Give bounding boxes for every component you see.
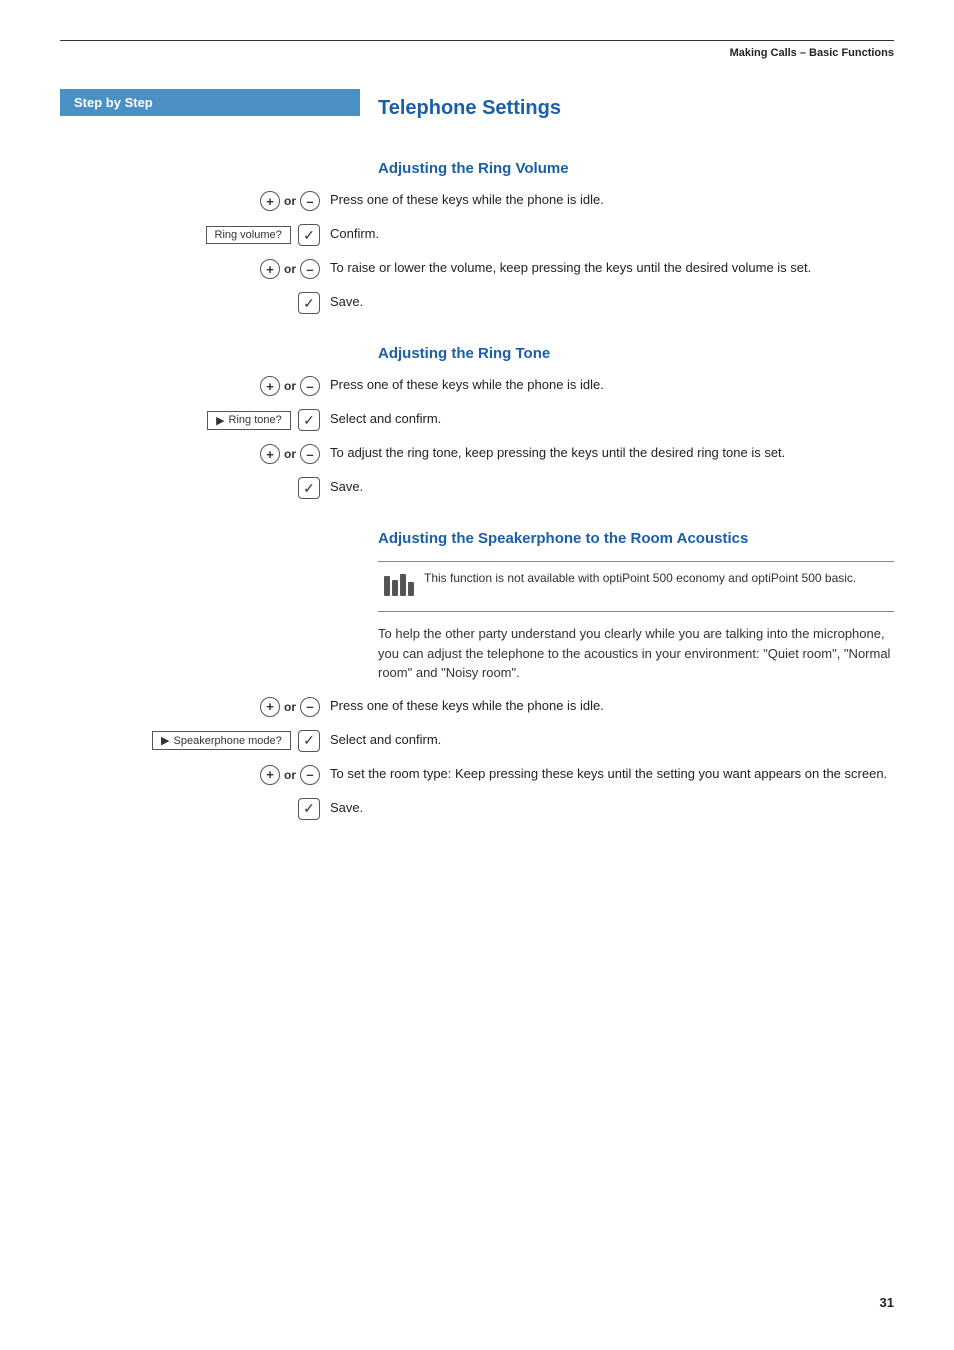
ring-tone-section: Adjusting the Ring Tone + or – Press one… <box>60 323 894 502</box>
page-header: Making Calls – Basic Functions <box>60 47 894 59</box>
note-box: This function is not available with opti… <box>378 561 894 612</box>
plus-key[interactable]: + <box>260 191 280 211</box>
check-key[interactable]: ✓ <box>298 477 320 499</box>
minus-key[interactable]: – <box>300 376 320 396</box>
minus-key[interactable]: – <box>300 191 320 211</box>
or-label: or <box>284 262 296 276</box>
plus-key[interactable]: + <box>260 376 280 396</box>
or-label: or <box>284 700 296 714</box>
check-key[interactable]: ✓ <box>298 224 320 246</box>
ring-tone-step-4: ✓ Save. <box>60 474 894 502</box>
note-icon <box>384 572 416 603</box>
step-text: Select and confirm. <box>330 406 894 428</box>
minus-key[interactable]: – <box>300 765 320 785</box>
ring-tone-step-1: + or – Press one of these keys while the… <box>60 372 894 400</box>
speakerphone-description: To help the other party understand you c… <box>378 624 894 683</box>
step-text: Save. <box>330 795 894 817</box>
step-text: Press one of these keys while the phone … <box>330 693 894 715</box>
check-key[interactable]: ✓ <box>298 292 320 314</box>
step-text: Press one of these keys while the phone … <box>330 372 894 394</box>
step-text: To raise or lower the volume, keep press… <box>330 255 894 277</box>
ring-tone-title: Adjusting the Ring Tone <box>378 345 894 362</box>
ring-volume-menu: Ring volume? <box>206 226 291 244</box>
plus-key[interactable]: + <box>260 765 280 785</box>
step-text: Save. <box>330 289 894 311</box>
plus-key[interactable]: + <box>260 697 280 717</box>
step-text: Confirm. <box>330 221 894 243</box>
step-text: Save. <box>330 474 894 496</box>
ring-tone-step-3: + or – To adjust the ring tone, keep pre… <box>60 440 894 468</box>
speakerphone-title: Adjusting the Speakerphone to the Room A… <box>378 530 894 547</box>
page: Making Calls – Basic Functions Step by S… <box>0 0 954 1350</box>
speakerphone-step-1: + or – Press one of these keys while the… <box>60 693 894 721</box>
speakerphone-section: Adjusting the Speakerphone to the Room A… <box>60 508 894 823</box>
speakerphone-step-3: + or – To set the room type: Keep pressi… <box>60 761 894 789</box>
check-key[interactable]: ✓ <box>298 730 320 752</box>
or-label: or <box>284 447 296 461</box>
check-key[interactable]: ✓ <box>298 798 320 820</box>
minus-key[interactable]: – <box>300 444 320 464</box>
ring-tone-step-2: ▶ Ring tone? ✓ Select and confirm. <box>60 406 894 434</box>
step-text: To set the room type: Keep pressing thes… <box>330 761 894 783</box>
note-svg-icon <box>384 572 416 600</box>
ring-volume-title: Adjusting the Ring Volume <box>378 160 894 177</box>
page-number: 31 <box>880 1295 894 1310</box>
step-text: Press one of these keys while the phone … <box>330 187 894 209</box>
ring-tone-menu: ▶ Ring tone? <box>207 411 291 430</box>
speakerphone-step-2: ▶ Speakerphone mode? ✓ Select and confir… <box>60 727 894 755</box>
step-text: To adjust the ring tone, keep pressing t… <box>330 440 894 462</box>
plus-key[interactable]: + <box>260 259 280 279</box>
minus-key[interactable]: – <box>300 697 320 717</box>
menu-arrow-icon: ▶ <box>161 734 169 747</box>
check-key[interactable]: ✓ <box>298 409 320 431</box>
right-column: Telephone Settings <box>360 89 894 138</box>
ring-volume-step-3: + or – To raise or lower the volume, kee… <box>60 255 894 283</box>
ring-volume-step-4: ✓ Save. <box>60 289 894 317</box>
note-text: This function is not available with opti… <box>424 570 856 587</box>
plus-key[interactable]: + <box>260 444 280 464</box>
left-column: Step by Step <box>60 89 360 138</box>
minus-key[interactable]: – <box>300 259 320 279</box>
menu-arrow-icon: ▶ <box>216 414 224 427</box>
step-text: Select and confirm. <box>330 727 894 749</box>
or-label: or <box>284 768 296 782</box>
ring-volume-step-1: + or – Press one of these keys while the… <box>60 187 894 215</box>
or-label: or <box>284 379 296 393</box>
or-label: or <box>284 194 296 208</box>
speakerphone-menu: ▶ Speakerphone mode? <box>152 731 291 750</box>
step-by-step-label: Step by Step <box>60 89 360 116</box>
speakerphone-step-4: ✓ Save. <box>60 795 894 823</box>
section-title: Telephone Settings <box>378 97 894 120</box>
ring-volume-section: Adjusting the Ring Volume + or – Press o… <box>60 138 894 317</box>
ring-volume-step-2: Ring volume? ✓ Confirm. <box>60 221 894 249</box>
